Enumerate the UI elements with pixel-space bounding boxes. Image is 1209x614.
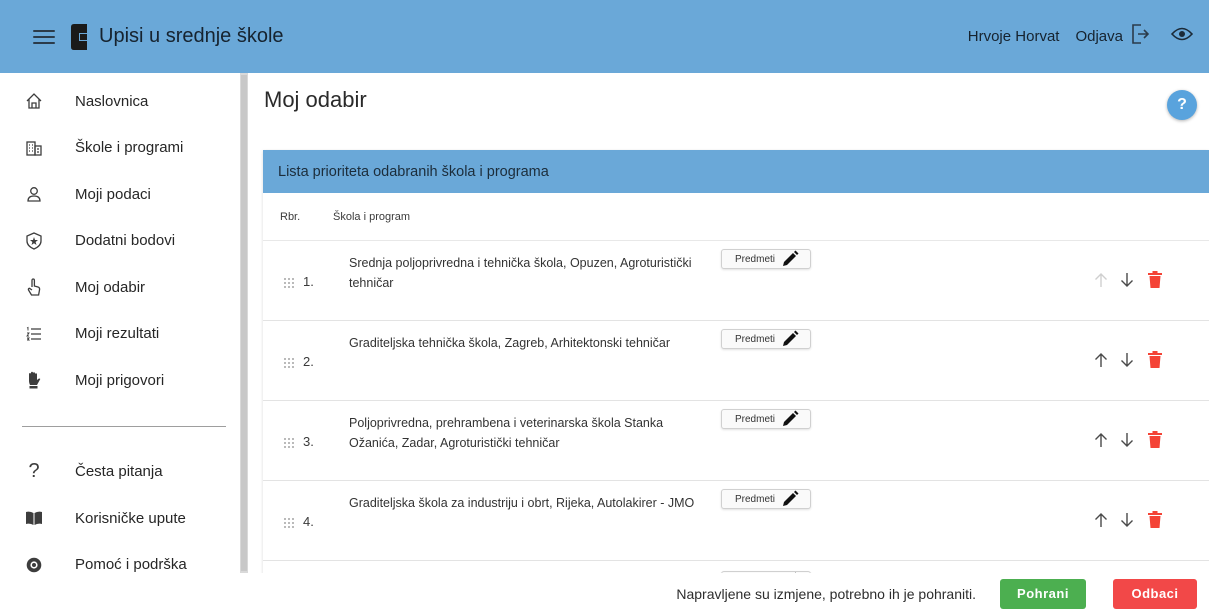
page-title: Moj odabir xyxy=(264,87,367,112)
drag-handle-icon[interactable] xyxy=(283,436,295,448)
school-program: Graditeljska tehnička škola, Zagreb, Arh… xyxy=(349,336,670,350)
sidebar-item-label: Škole i programi xyxy=(75,139,184,157)
school-program: Srednja poljoprivredna i tehnička škola,… xyxy=(349,256,692,290)
sidebar-item-label: Česta pitanja xyxy=(75,463,163,481)
discard-button[interactable]: Odbaci xyxy=(1113,578,1197,609)
row-number: 2. xyxy=(303,354,314,369)
column-header-rbr: Rbr. xyxy=(280,210,301,223)
school-program: Poljoprivredna, prehrambena i veterinars… xyxy=(349,416,664,450)
visibility-icon[interactable] xyxy=(1170,26,1194,47)
delete-icon[interactable] xyxy=(1148,431,1162,448)
sidebar-item-dodatni-bodovi[interactable]: Dodatni bodovi xyxy=(0,218,240,265)
support-icon xyxy=(25,556,43,574)
hand-stop-icon xyxy=(25,371,43,389)
predmeti-button[interactable]: Predmeti xyxy=(721,489,811,509)
pencil-icon xyxy=(783,410,799,426)
delete-icon[interactable] xyxy=(1148,511,1162,528)
hand-pointer-icon xyxy=(25,278,43,296)
menu-icon[interactable] xyxy=(33,26,55,48)
unsaved-changes-message: Napravljene su izmjene, potrebno ih je p… xyxy=(676,585,976,602)
pencil-icon xyxy=(783,330,799,346)
top-bar: Upisi u srednje škole Hrvoje Horvat Odja… xyxy=(0,0,1209,73)
sidebar-scrollbar[interactable] xyxy=(240,73,248,573)
table-row: 2. Graditeljska tehnička škola, Zagreb, … xyxy=(263,321,1209,401)
help-button[interactable]: ? xyxy=(1167,90,1197,120)
sidebar-item-label: Moji prigovori xyxy=(75,371,165,389)
table-row: 3. Poljoprivredna, prehrambena i veterin… xyxy=(263,401,1209,481)
card-title: Lista prioriteta odabranih škola i progr… xyxy=(263,150,1209,193)
sidebar: Naslovnica Škole i programi Moji podaci … xyxy=(0,73,240,614)
sidebar-item-moji-rezultati[interactable]: Moji rezultati xyxy=(0,311,240,358)
home-icon xyxy=(25,92,43,110)
move-up-icon[interactable] xyxy=(1093,512,1109,528)
priority-list-card: Lista prioriteta odabranih škola i progr… xyxy=(263,150,1209,573)
sidebar-item-label: Naslovnica xyxy=(75,92,149,110)
app-logo xyxy=(69,23,89,50)
school-program: Graditeljska škola za industriju i obrt,… xyxy=(349,496,695,510)
delete-icon[interactable] xyxy=(1148,271,1162,288)
logout-icon[interactable] xyxy=(1131,24,1150,49)
sidebar-item-label: Moji podaci xyxy=(75,185,151,203)
sidebar-divider xyxy=(22,425,226,427)
move-down-icon[interactable] xyxy=(1119,272,1135,288)
predmeti-button[interactable]: Predmeti xyxy=(721,249,811,269)
table-row: 1. Srednja poljoprivredna i tehnička ško… xyxy=(263,241,1209,321)
sidebar-item-label: Moji rezultati xyxy=(75,325,160,343)
drag-handle-icon[interactable] xyxy=(283,356,295,368)
row-number: 3. xyxy=(303,434,314,449)
book-icon xyxy=(25,509,43,527)
move-up-icon[interactable] xyxy=(1093,352,1109,368)
column-header-school: Škola i program xyxy=(333,210,411,223)
sidebar-item-label: Dodatni bodovi xyxy=(75,232,176,250)
pencil-icon xyxy=(783,250,799,266)
move-up-icon[interactable] xyxy=(1093,432,1109,448)
app-title[interactable]: Upisi u srednje škole xyxy=(99,25,284,48)
sidebar-item-moji-prigovori[interactable]: Moji prigovori xyxy=(0,357,240,404)
row-number: 1. xyxy=(303,274,314,289)
main-content: Moj odabir ? Lista prioriteta odabranih … xyxy=(248,73,1209,573)
predmeti-button[interactable]: Predmeti xyxy=(721,409,811,429)
table-header: Rbr. Škola i program xyxy=(263,193,1209,241)
star-badge-icon xyxy=(25,232,43,250)
move-down-icon[interactable] xyxy=(1119,432,1135,448)
predmeti-label: Predmeti xyxy=(735,333,776,345)
logout-link[interactable]: Odjava xyxy=(1075,28,1123,45)
save-button[interactable]: Pohrani xyxy=(1000,578,1086,609)
drag-handle-icon[interactable] xyxy=(283,276,295,288)
sidebar-item-naslovnica[interactable]: Naslovnica xyxy=(0,78,240,125)
sidebar-item-label: Moj odabir xyxy=(75,278,146,296)
question-icon: ? xyxy=(28,460,40,483)
move-down-icon[interactable] xyxy=(1119,352,1135,368)
sidebar-item-cesta-pitanja[interactable]: ? Česta pitanja xyxy=(0,449,240,496)
table-row-partial: Predmeti xyxy=(263,561,1209,573)
predmeti-label: Predmeti xyxy=(735,253,776,265)
delete-icon[interactable] xyxy=(1148,351,1162,368)
pencil-icon xyxy=(783,490,799,506)
person-icon xyxy=(25,185,43,203)
move-down-icon[interactable] xyxy=(1119,512,1135,528)
unsaved-changes-bar: Napravljene su izmjene, potrebno ih je p… xyxy=(0,573,1209,614)
predmeti-label: Predmeti xyxy=(735,493,776,505)
table-row: 4. Graditeljska škola za industriju i ob… xyxy=(263,481,1209,561)
sidebar-item-korisnicke-upute[interactable]: Korisničke upute xyxy=(0,495,240,542)
sidebar-item-label: Korisničke upute xyxy=(75,509,186,527)
sidebar-item-moji-podaci[interactable]: Moji podaci xyxy=(0,171,240,218)
drag-handle-icon[interactable] xyxy=(283,516,295,528)
move-up-icon[interactable] xyxy=(1093,272,1109,288)
user-name: Hrvoje Horvat xyxy=(967,28,1060,45)
list-numbered-icon xyxy=(25,325,43,343)
predmeti-label: Predmeti xyxy=(735,413,776,425)
row-number: 4. xyxy=(303,514,314,529)
predmeti-button[interactable]: Predmeti xyxy=(721,329,811,349)
building-icon xyxy=(25,139,43,157)
sidebar-item-skole-i-programi[interactable]: Škole i programi xyxy=(0,125,240,172)
sidebar-item-label: Pomoć i podrška xyxy=(75,556,187,574)
sidebar-item-moj-odabir[interactable]: Moj odabir xyxy=(0,264,240,311)
